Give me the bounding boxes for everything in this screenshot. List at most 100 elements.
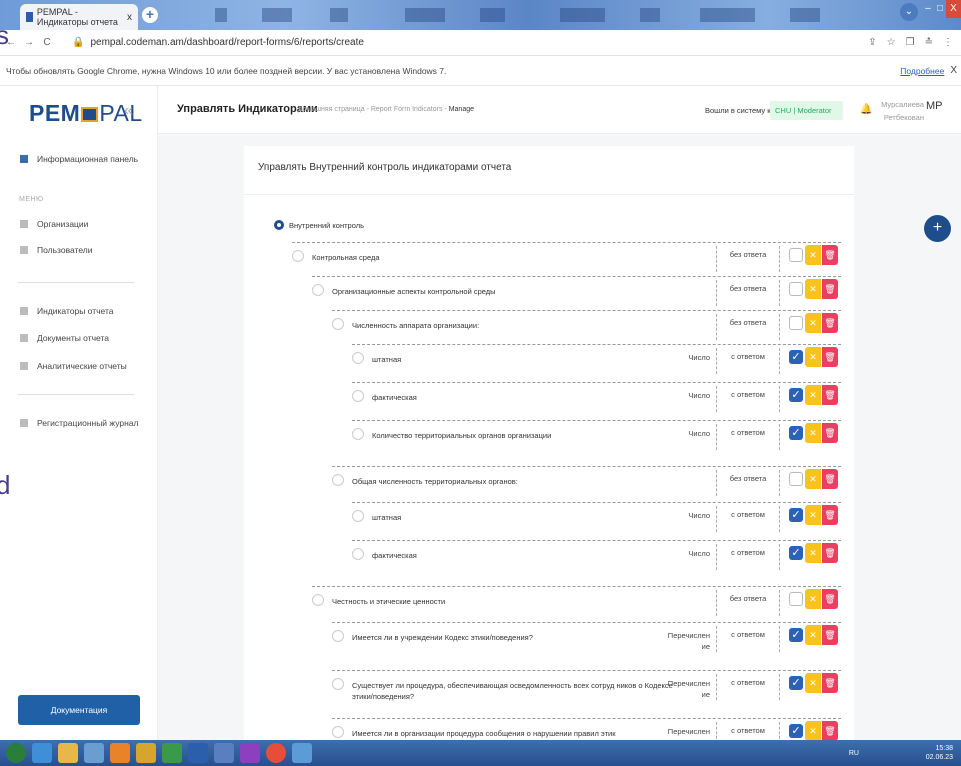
indicator-row[interactable]: Количество территориальных органов орган… — [352, 420, 841, 466]
sidebar-item-log[interactable]: Регистрационный журнал — [20, 418, 138, 428]
radio-icon[interactable] — [352, 428, 364, 440]
app-icon[interactable] — [162, 743, 182, 763]
app-icon[interactable] — [292, 743, 312, 763]
edit-button[interactable]: ✕ — [805, 313, 821, 333]
avatar[interactable]: MP — [926, 100, 943, 112]
radio-icon[interactable] — [352, 548, 364, 560]
app-icon[interactable] — [84, 743, 104, 763]
reload-icon[interactable]: C — [40, 37, 54, 48]
delete-button[interactable]: 🗑 — [822, 385, 838, 405]
indicator-row[interactable]: Организационные аспекты контрольной сред… — [312, 276, 841, 310]
root-node[interactable]: Внутренний контроль — [274, 220, 364, 230]
browser-tab[interactable]: PEMPAL - Индикаторы отчета x — [20, 4, 138, 30]
word-icon[interactable] — [188, 743, 208, 763]
infobar-more-link[interactable]: Подробнее — [900, 66, 944, 76]
edit-button[interactable]: ✕ — [805, 543, 821, 563]
answer-checkbox[interactable]: ✓ — [789, 350, 803, 364]
radio-icon[interactable] — [332, 318, 344, 330]
new-tab-button[interactable]: + — [142, 7, 158, 23]
edit-button[interactable]: ✕ — [805, 245, 821, 265]
profile-avatar-icon[interactable]: ≛ — [925, 37, 933, 48]
radio-icon[interactable] — [352, 390, 364, 402]
indicator-row[interactable]: Существует ли процедура, обеспечивающая … — [332, 670, 841, 718]
answer-checkbox[interactable]: ✓ — [789, 508, 803, 522]
sidepanel-icon[interactable]: ❐ — [906, 37, 915, 48]
delete-button[interactable]: 🗑 — [822, 245, 838, 265]
delete-button[interactable]: 🗑 — [822, 313, 838, 333]
radio-icon[interactable] — [312, 594, 324, 606]
radio-icon[interactable] — [332, 726, 344, 738]
answer-checkbox[interactable] — [789, 316, 803, 330]
answer-checkbox[interactable] — [789, 592, 803, 606]
indicator-row[interactable]: Численность аппарата организации: без отв… — [332, 310, 841, 344]
indicator-row[interactable]: Общая численность территориальных органо… — [332, 466, 841, 502]
forward-icon[interactable]: → — [22, 37, 36, 48]
infobar-close-icon[interactable]: X — [950, 65, 957, 76]
bell-icon[interactable]: 🔔 — [860, 104, 872, 115]
add-indicator-button[interactable]: + — [924, 215, 951, 242]
delete-button[interactable]: 🗑 — [822, 589, 838, 609]
delete-button[interactable]: 🗑 — [822, 347, 838, 367]
radio-icon[interactable] — [332, 678, 344, 690]
start-icon[interactable] — [6, 743, 26, 763]
edit-button[interactable]: ✕ — [805, 625, 821, 645]
edit-button[interactable]: ✕ — [805, 589, 821, 609]
radio-icon[interactable] — [332, 474, 344, 486]
indicator-row[interactable]: фактическая Число с ответом ✓ ✕ 🗑 — [352, 382, 841, 420]
edit-button[interactable]: ✕ — [805, 385, 821, 405]
tab-close-icon[interactable]: x — [127, 12, 132, 23]
delete-button[interactable]: 🗑 — [822, 279, 838, 299]
share-icon[interactable]: ⇪ — [868, 37, 876, 48]
delete-button[interactable]: 🗑 — [822, 543, 838, 563]
answer-checkbox[interactable] — [789, 282, 803, 296]
language-indicator[interactable]: RU — [849, 749, 859, 758]
delete-button[interactable]: 🗑 — [822, 469, 838, 489]
menu-dots-icon[interactable]: ⋮ — [943, 37, 953, 48]
delete-button[interactable]: 🗑 — [822, 505, 838, 525]
minimize-button[interactable]: ‒ — [922, 0, 934, 18]
edit-button[interactable]: ✕ — [805, 469, 821, 489]
radio-icon[interactable] — [332, 630, 344, 642]
indicator-row[interactable]: штатная Число с ответом ✓ ✕ 🗑 — [352, 344, 841, 382]
delete-button[interactable]: 🗑 — [822, 423, 838, 443]
sidebar-item-users[interactable]: Пользователи — [20, 245, 92, 255]
edit-button[interactable]: ✕ — [805, 423, 821, 443]
role-badge[interactable]: CHU | Moderator — [770, 101, 843, 120]
documentation-button[interactable]: Документация — [18, 695, 140, 725]
clock-time[interactable]: 15:38 — [926, 744, 953, 753]
radio-icon[interactable] — [292, 250, 304, 262]
edit-button[interactable]: ✕ — [805, 721, 821, 741]
close-window-button[interactable]: X — [946, 0, 961, 18]
app-icon[interactable] — [136, 743, 156, 763]
edit-button[interactable]: ✕ — [805, 347, 821, 367]
answer-checkbox[interactable]: ✓ — [789, 546, 803, 560]
breadcrumb-indicators[interactable]: Report Form Indicators — [371, 106, 443, 113]
maximize-button[interactable]: □ — [934, 0, 946, 18]
indicator-row[interactable]: Имеется ли в учреждении Кодекс этики/пов… — [332, 622, 841, 670]
indicator-row[interactable]: Контрольная среда без ответа ✕ 🗑 — [292, 242, 841, 276]
edit-button[interactable]: ✕ — [805, 505, 821, 525]
answer-checkbox[interactable]: ✓ — [789, 724, 803, 738]
folder-icon[interactable] — [58, 743, 78, 763]
sidebar-item-indicators[interactable]: Индикаторы отчета — [20, 306, 114, 316]
breadcrumb-home[interactable]: Домашняя страница — [298, 106, 365, 113]
sidebar-item-dashboard[interactable]: Информационная панель — [20, 154, 138, 164]
delete-button[interactable]: 🗑 — [822, 721, 838, 741]
answer-checkbox[interactable] — [789, 472, 803, 486]
radio-icon[interactable] — [352, 352, 364, 364]
sidebar-item-analytics[interactable]: Аналитические отчеты — [20, 361, 127, 371]
collapse-sidebar-icon[interactable]: « — [124, 102, 133, 120]
app-icon[interactable] — [110, 743, 130, 763]
clock-date[interactable]: 02.06.23 — [926, 753, 953, 762]
url-field[interactable]: 🔒 pempal.codeman.am/dashboard/report-form… — [72, 37, 364, 48]
radio-icon[interactable] — [352, 510, 364, 522]
bookmark-star-icon[interactable]: ☆ — [887, 37, 896, 48]
answer-checkbox[interactable]: ✓ — [789, 426, 803, 440]
chrome-icon[interactable] — [266, 743, 286, 763]
edit-button[interactable]: ✕ — [805, 673, 821, 693]
app-icon[interactable] — [214, 743, 234, 763]
answer-checkbox[interactable] — [789, 248, 803, 262]
app-icon[interactable] — [240, 743, 260, 763]
radio-icon[interactable] — [312, 284, 324, 296]
sidebar-item-documents[interactable]: Документы отчета — [20, 333, 109, 343]
